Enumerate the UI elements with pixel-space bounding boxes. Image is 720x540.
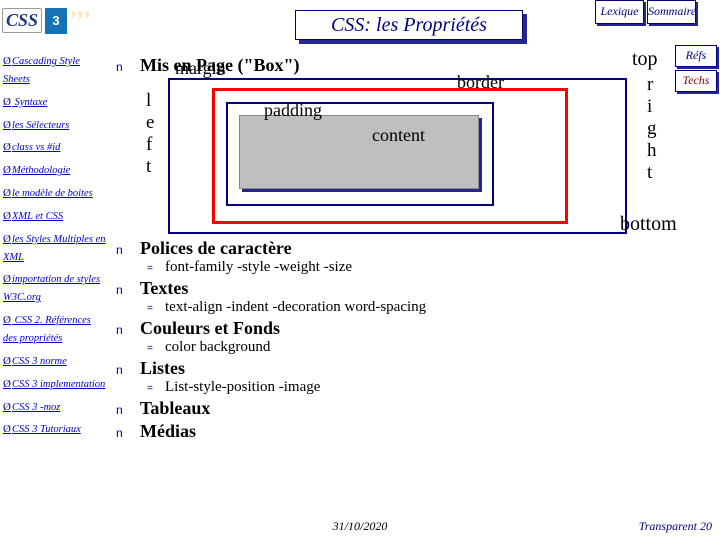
sidebar-item-css3-norme[interactable]: CSS 3 norme (0, 350, 110, 373)
slide-body: n Mis en Page ("Box") top margin l e f t… (112, 55, 665, 518)
logo-area: CSS 3 ’’’ (0, 0, 112, 41)
sidebar-item-import-w3c[interactable]: importation de styles W3C.org (0, 268, 110, 309)
label-top: top (632, 48, 658, 71)
bullet-icon: n (112, 403, 140, 417)
sidebar-item-methodologie[interactable]: Méthodologie (0, 159, 110, 182)
sommaire-button[interactable]: Sommaire (647, 0, 696, 24)
sidebar-item-styles-xml[interactable]: les Styles Multiples en XML (0, 228, 110, 269)
refs-button[interactable]: Réfs (675, 45, 717, 67)
section-medias-title: Médias (140, 421, 196, 442)
sidebar-item-css3-impl[interactable]: CSS 3 implementation (0, 373, 110, 396)
sub-bullet-icon: = (147, 263, 165, 274)
section-polices-sub: font-family -style -weight -size (165, 259, 352, 276)
lexique-button[interactable]: Lexique (595, 0, 644, 24)
sub-bullet-icon: = (147, 303, 165, 314)
slide-title: CSS: les Propriétés (295, 10, 523, 40)
label-content: content (372, 125, 610, 214)
footer: 31/10/2020 Transparent 20 (0, 519, 720, 537)
section-listes-sub: List-style-position -image (165, 379, 320, 396)
techs-button[interactable]: Techs (675, 70, 717, 92)
label-margin: margin (175, 58, 226, 79)
sidebar-item-css3-tuto[interactable]: CSS 3 Tutoriaux (0, 418, 110, 441)
sidebar-item-css2-refs[interactable]: CSS 2. Références des propriétés (0, 309, 110, 350)
bullet-icon: n (112, 323, 140, 337)
label-border: border (457, 72, 504, 93)
section-textes-sub: text-align -indent -decoration word-spac… (165, 299, 426, 316)
label-left: l e f t (146, 90, 154, 178)
sidebar-item-syntaxe[interactable]: Syntaxe (0, 91, 110, 114)
sidebar-item-selecteurs[interactable]: les Sélecteurs (0, 114, 110, 137)
sidebar-item-class-id[interactable]: class vs #id (0, 136, 110, 159)
sidebar-item-xml-css[interactable]: XML et CSS (0, 205, 110, 228)
section-couleurs-title: Couleurs et Fonds (140, 318, 280, 339)
bullet-icon: n (112, 243, 140, 257)
footer-date: 31/10/2020 (333, 519, 388, 534)
bullet-icon: n (112, 283, 140, 297)
sub-bullet-icon: = (147, 383, 165, 394)
section-tableaux-title: Tableaux (140, 398, 210, 419)
box-model-diagram: top margin l e f t r i g h t border padd… (142, 78, 665, 236)
sidebar-item-css-intro[interactable]: Cascading Style Sheets (0, 50, 110, 91)
section-couleurs-sub: color background (165, 339, 270, 356)
bullet-icon: n (112, 60, 140, 74)
css3-logo: 3 (45, 8, 67, 34)
section-listes-title: Listes (140, 358, 185, 379)
footer-page-number: Transparent 20 (639, 519, 712, 534)
label-padding: padding (264, 100, 322, 121)
sidebar-item-css3-moz[interactable]: CSS 3 -moz (0, 396, 110, 419)
bullet-icon: n (112, 363, 140, 377)
slide-title-text: CSS: les Propriétés (331, 14, 487, 37)
section-polices-title: Polices de caractère (140, 238, 292, 259)
css-quotes: ’’’ (68, 6, 90, 36)
label-bottom: bottom (620, 213, 677, 236)
css-logo: CSS (2, 8, 42, 33)
section-textes-title: Textes (140, 278, 188, 299)
label-right: r i g h t (647, 74, 657, 184)
sidebar-item-box-model[interactable]: le modèle de boites (0, 182, 110, 205)
bullet-icon: n (112, 426, 140, 440)
sidebar-nav: Cascading Style Sheets Syntaxe les Sélec… (0, 50, 110, 518)
sub-bullet-icon: = (147, 343, 165, 354)
